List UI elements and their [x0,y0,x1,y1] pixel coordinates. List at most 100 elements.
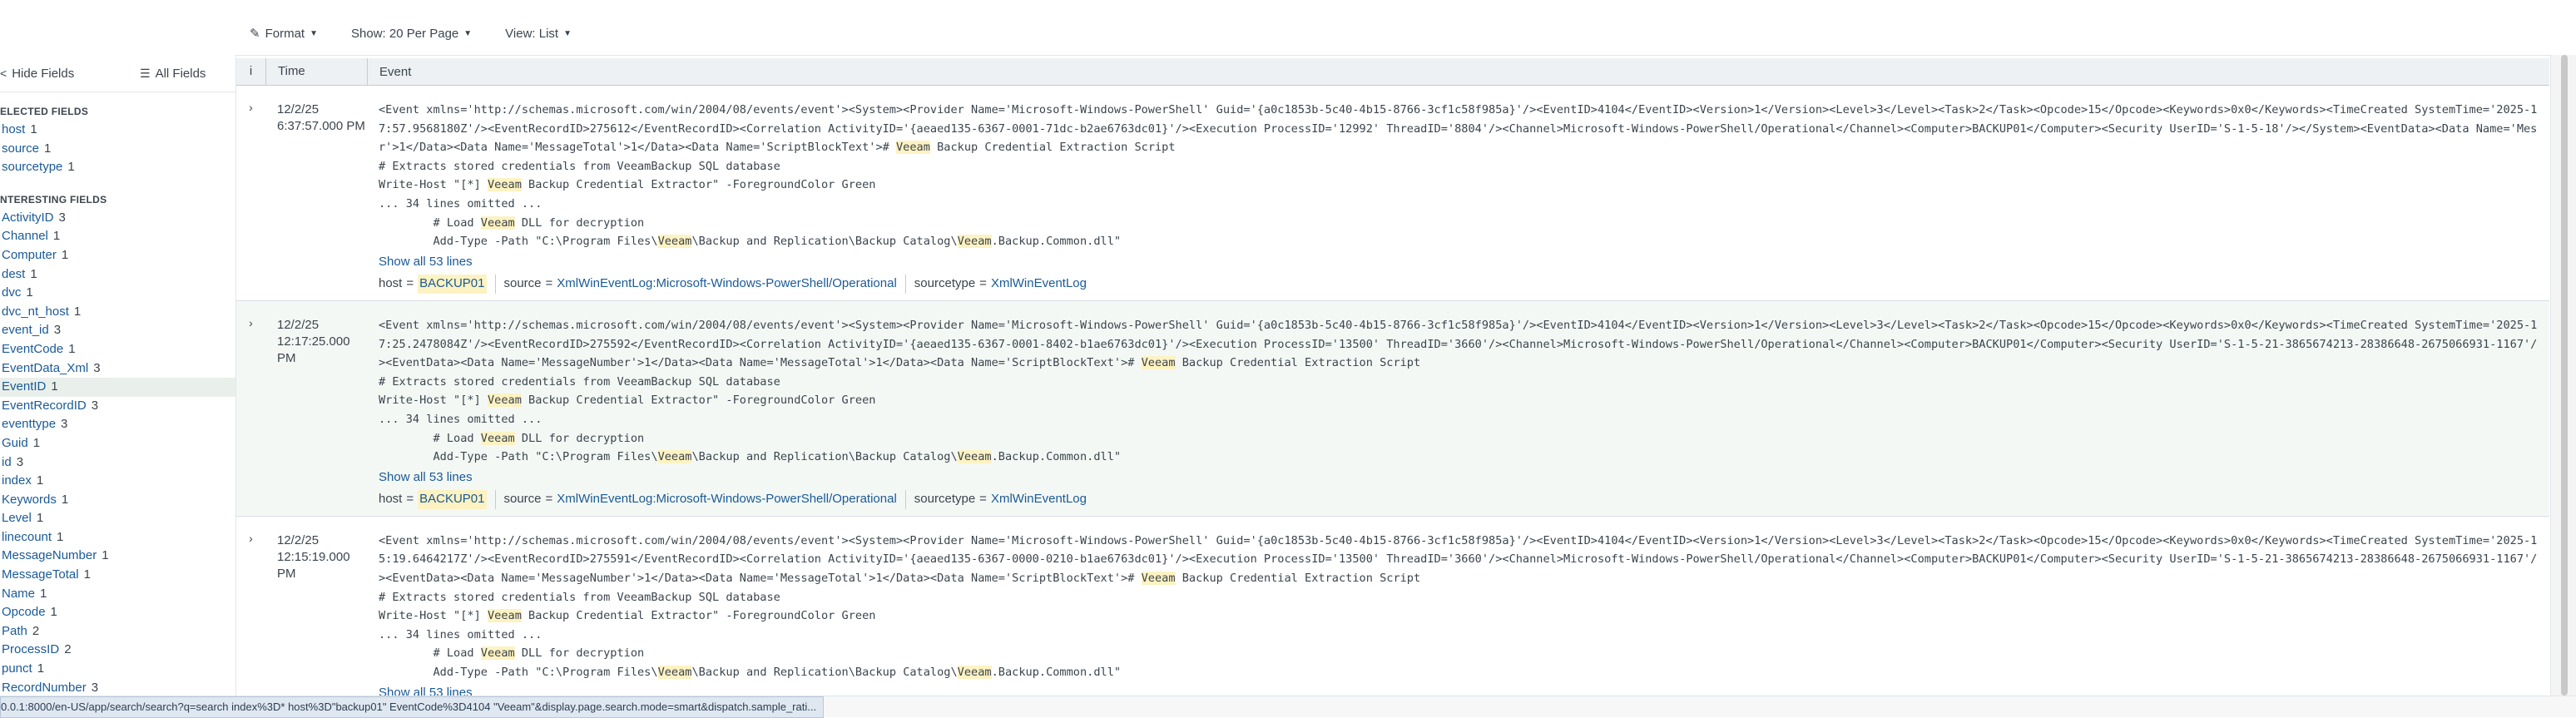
expand-chevron-icon[interactable]: › [236,86,265,300]
caret-down-icon: ▼ [463,28,473,38]
field-name: Keywords [2,492,57,507]
field-count: 1 [68,341,76,356]
raw-text-segment: Backup Credential Extractor" -Foreground… [521,178,876,192]
field-row-eventcode[interactable]: EventCode 1 [0,340,235,359]
field-count: 3 [61,417,68,432]
field-value-sourcetype[interactable]: XmlWinEventLog [991,490,1087,509]
raw-text-segment: DLL for decryption [514,431,645,445]
highlighted-term: Veeam [1141,572,1176,586]
field-row-dvc_nt_host[interactable]: dvc_nt_host 1 [0,303,235,322]
field-row-messagenumber[interactable]: MessageNumber 1 [0,547,235,566]
show-all-lines-link[interactable]: Show all 53 lines [379,468,2538,488]
info-column-header: i [236,58,266,85]
field-row-level[interactable]: Level 1 [0,509,235,528]
highlighted-term: Veeam [957,235,992,249]
field-count: 3 [93,360,101,375]
field-row-processid[interactable]: ProcessID 2 [0,641,235,660]
field-key: host [379,492,403,507]
field-row-activityid[interactable]: ActivityID 3 [0,209,235,228]
show-per-page-dropdown[interactable]: Show: 20 Per Page ▼ [351,27,472,41]
field-row-eventrecordid[interactable]: EventRecordID 3 [0,397,235,416]
raw-text-segment: Add-Type -Path "C:\Program Files\ [379,450,658,464]
event-date: 12/2/25 [277,317,320,332]
expand-chevron-icon[interactable]: › [236,301,265,516]
raw-text-segment: Write-Host "[*] [379,178,488,192]
field-name: ProcessID [2,642,60,657]
view-dropdown[interactable]: View: List ▼ [505,27,572,41]
field-row-eventtype[interactable]: eventtype 3 [0,415,235,434]
results-toolbar: ✎ Format ▼ Show: 20 Per Page ▼ View: Lis… [0,10,605,57]
field-name: MessageNumber [2,548,97,563]
raw-text-segment: \Backup and Replication\Backup Catalog\ [691,450,958,464]
field-row-keywords[interactable]: Keywords 1 [0,491,235,510]
scrollbar-thumb[interactable] [2561,55,2568,696]
field-row-opcode[interactable]: Opcode 1 [0,603,235,622]
field-count: 1 [50,605,57,620]
field-row-recordnumber[interactable]: RecordNumber 3 [0,679,235,696]
field-name: event_id [2,323,49,338]
raw-text-segment: \Backup and Replication\Backup Catalog\ [691,666,958,680]
field-row-linecount[interactable]: linecount 1 [0,528,235,547]
field-row-dest[interactable]: dest 1 [0,265,235,285]
event-row: › 12/2/25 12:15:19.000 PM <Event xmlns='htt… [236,517,2549,696]
expand-chevron-icon[interactable]: › [236,517,265,696]
field-pair-sourcetype: sourcetype = XmlWinEventLog [914,275,1095,294]
format-dropdown[interactable]: ✎ Format ▼ [250,26,318,42]
field-row-name[interactable]: Name 1 [0,585,235,604]
field-count: 1 [30,266,37,281]
hide-fields-button[interactable]: < Hide Fields [0,67,74,81]
highlighted-term: Veeam [480,215,515,230]
all-fields-button[interactable]: ☰ All Fields [140,67,206,81]
field-count: 1 [51,379,58,394]
event-time[interactable]: 12/2/25 12:17:25.000 PM [265,301,367,516]
vertical-scrollbar[interactable] [2550,55,2576,696]
raw-text-segment: ><EventData><Data Name='MessageNumber'>1… [379,356,1142,370]
field-name: dest [2,266,26,281]
events-list: i Time Event › 12/2/25 6:37:57.000 PM <Even… [236,55,2549,696]
field-name: source [2,141,40,156]
field-count: 1 [36,511,44,526]
field-value-source[interactable]: XmlWinEventLog:Microsoft-Windows-PowerSh… [557,275,897,294]
field-row-eventdata_xml[interactable]: EventData_Xml 3 [0,359,235,379]
field-row-source[interactable]: source 1 [0,140,235,159]
show-all-lines-link[interactable]: Show all 53 lines [379,253,2538,272]
raw-line: Add-Type -Path "C:\Program Files\Veeam\B… [379,448,2538,467]
field-value-host[interactable]: BACKUP01 [418,490,487,509]
field-count: 1 [102,548,109,563]
field-row-guid[interactable]: Guid 1 [0,434,235,453]
field-row-messagetotal[interactable]: MessageTotal 1 [0,566,235,585]
field-row-id[interactable]: id 3 [0,453,235,473]
field-value-sourcetype[interactable]: XmlWinEventLog [991,275,1087,294]
field-row-path[interactable]: Path 2 [0,622,235,641]
event-time[interactable]: 12/2/25 6:37:57.000 PM [265,86,367,300]
raw-text-segment: # Load [379,431,481,445]
field-row-computer[interactable]: Computer 1 [0,246,235,265]
field-count: 1 [32,435,41,450]
raw-text-segment: 7:25.2478084Z'/><EventRecordID>275592</E… [379,337,2538,351]
raw-text-segment: # Load [379,646,481,661]
show-all-lines-link[interactable]: Show all 53 lines [379,684,2538,696]
highlighted-term: Veeam [657,450,692,464]
field-count: 2 [64,642,72,657]
field-row-sourcetype[interactable]: sourcetype 1 [0,158,235,177]
field-row-event_id[interactable]: event_id 3 [0,321,235,340]
field-row-dvc[interactable]: dvc 1 [0,284,235,303]
field-value-host[interactable]: BACKUP01 [418,275,487,294]
field-value-source[interactable]: XmlWinEventLog:Microsoft-Windows-PowerSh… [557,490,897,509]
event-date: 12/2/25 [277,532,320,547]
raw-text-segment: Backup Credential Extraction Script [1175,572,1421,586]
field-row-host[interactable]: host 1 [0,121,235,140]
field-row-punct[interactable]: punct 1 [0,660,235,679]
browser-status-bar: 0.0.1:8000/en-US/app/search/search?q=sea… [0,696,2576,718]
event-time[interactable]: 12/2/25 12:15:19.000 PM [265,517,367,696]
raw-line: # Load Veeam DLL for decryption [379,644,2538,663]
field-row-eventid[interactable]: EventID 1 [0,378,235,397]
field-key: source [503,276,542,291]
field-row-channel[interactable]: Channel 1 [0,227,235,246]
field-name: dvc_nt_host [2,304,69,319]
field-row-index[interactable]: index 1 [0,472,235,491]
list-icon: ☰ [140,66,151,80]
field-count: 1 [37,661,45,676]
raw-text-segment: r'>1</Data><Data Name='MessageTotal'>1</… [379,141,896,155]
time-column-header[interactable]: Time [266,58,368,85]
